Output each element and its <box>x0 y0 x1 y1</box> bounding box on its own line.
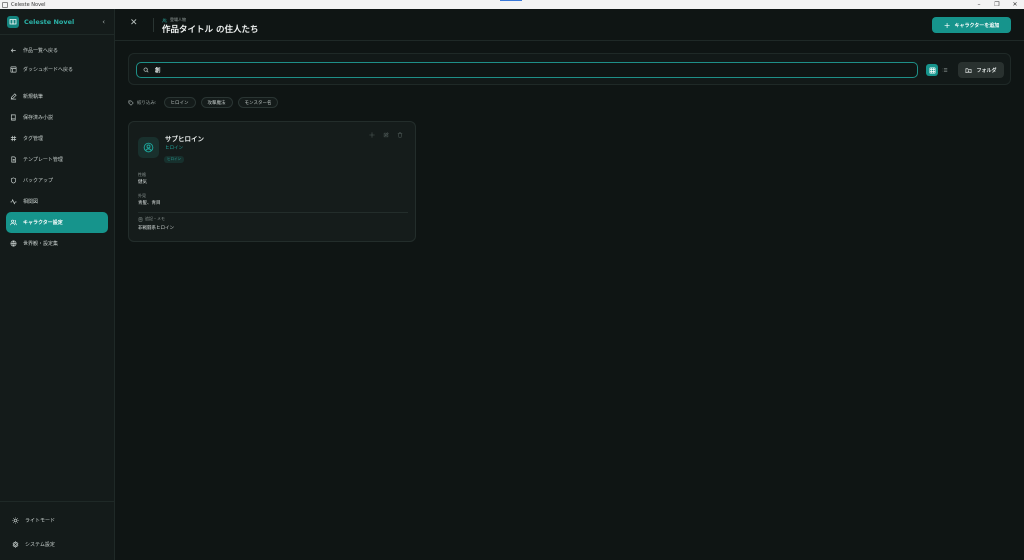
search-box[interactable] <box>136 62 918 78</box>
sidebar-item-label: テンプレート管理 <box>23 157 63 163</box>
add-character-label: キャラクターを追加 <box>954 22 1000 29</box>
system-settings-button[interactable]: システム設定 <box>6 532 108 556</box>
grid-icon <box>929 67 935 73</box>
view-toggle <box>926 64 950 76</box>
memo-label-text: 追記・メモ <box>145 216 165 221</box>
personality-label: 性格 <box>138 172 146 177</box>
sidebar-item-template-management[interactable]: テンプレート管理 <box>6 149 108 170</box>
memo-value: 非戦闘系ヒロイン <box>138 226 174 231</box>
filter-label: 絞り込み: <box>137 100 157 106</box>
minimize-button[interactable]: – <box>970 0 988 9</box>
sun-icon <box>12 516 19 524</box>
pen-icon <box>10 93 17 100</box>
arrow-left-icon <box>10 48 16 53</box>
list-view-button[interactable] <box>940 64 950 76</box>
app-icon <box>2 1 8 8</box>
sidebar-item-label: 世界観・設定集 <box>23 241 59 247</box>
card-actions <box>365 130 407 140</box>
move-button[interactable] <box>365 130 379 140</box>
avatar <box>138 137 159 158</box>
sidebar-bottom: ライトモード システム設定 <box>0 501 114 560</box>
edit-icon <box>383 132 389 138</box>
titlebar-accent <box>500 0 522 1</box>
sidebar-item-saved-novels[interactable]: 保存済み小説 <box>6 107 108 128</box>
sidebar-item-label: 新規執筆 <box>23 94 44 100</box>
sidebar-item-tag-management[interactable]: タグ管理 <box>6 128 108 149</box>
grid-view-button[interactable] <box>926 64 938 76</box>
dashboard-icon <box>10 66 17 73</box>
sidebar-item-label: タグ管理 <box>23 136 44 142</box>
page-title: 作品タイトル の住人たち <box>162 25 259 35</box>
filter-chip-heroine[interactable]: ヒロイン <box>163 97 196 108</box>
personality-value: 健気 <box>138 180 147 185</box>
sidebar-item-label: バックアップ <box>23 178 54 184</box>
plus-icon: + <box>943 20 951 30</box>
window-titlebar: Celeste Novel – ❐ ✕ <box>0 0 1024 9</box>
close-icon[interactable]: ✕ <box>130 18 138 28</box>
appearance-value: 青髪、青目 <box>138 201 161 206</box>
users-icon <box>162 18 167 22</box>
sidebar-nav: 作品一覧へ戻る ダッシュボードへ戻る 新規執筆 保存済み小説 タグ管理 テンプレ… <box>0 35 114 254</box>
folder-button[interactable]: フォルダ <box>958 62 1004 78</box>
sidebar-item-label: 作品一覧へ戻る <box>23 48 59 54</box>
sidebar-item-label: 保存済み小説 <box>23 115 54 121</box>
network-icon <box>10 198 17 205</box>
maximize-button[interactable]: ❐ <box>988 0 1006 9</box>
folder-label: フォルダ <box>976 67 997 74</box>
sidebar-item-world-settings[interactable]: 世界観・設定集 <box>6 233 108 254</box>
character-name: サブヒロイン <box>165 135 204 143</box>
search-icon <box>143 67 149 73</box>
delete-button[interactable] <box>393 130 407 140</box>
brand[interactable]: Celeste Novel <box>0 9 114 35</box>
sidebar-item-back-to-dashboard[interactable]: ダッシュボードへ戻る <box>6 60 108 79</box>
search-input[interactable] <box>155 67 895 73</box>
sidebar-item-backup[interactable]: バックアップ <box>6 170 108 191</box>
tag-icon <box>128 99 134 106</box>
light-mode-label: ライトモード <box>25 517 56 524</box>
filter-chip-attack-magic[interactable]: 攻撃魔法 <box>200 97 233 108</box>
move-icon <box>369 132 375 138</box>
add-character-button[interactable]: + キャラクターを追加 <box>932 17 1011 33</box>
user-circle-icon <box>143 142 154 153</box>
globe-icon <box>10 240 17 247</box>
list-icon <box>942 68 948 72</box>
sidebar: Celeste Novel ‹ 作品一覧へ戻る ダッシュボードへ戻る 新規執筆 … <box>0 9 115 560</box>
close-window-button[interactable]: ✕ <box>1006 0 1024 9</box>
trash-icon <box>397 132 403 138</box>
character-card[interactable]: サブヒロイン ヒロイン ヒロイン 性格 健気 外見 青髪、青目 追記・メモ 非戦… <box>128 121 416 242</box>
sidebar-item-label: 相関図 <box>23 199 39 205</box>
brand-name: Celeste Novel <box>24 17 75 26</box>
system-settings-label: システム設定 <box>25 541 55 548</box>
memo-label: 追記・メモ <box>138 216 165 222</box>
sidebar-item-relationship-map[interactable]: 相関図 <box>6 191 108 212</box>
appearance-label: 外見 <box>138 193 146 198</box>
window-title: Celeste Novel <box>11 1 46 8</box>
sidebar-item-new-writing[interactable]: 新規執筆 <box>6 86 108 107</box>
character-role: ヒロイン <box>165 146 183 151</box>
filter-row: 絞り込み: ヒロイン 攻撃魔法 モンスター名 <box>128 97 279 108</box>
search-panel: フォルダ <box>128 53 1011 85</box>
sidebar-item-back-to-works[interactable]: 作品一覧へ戻る <box>6 41 108 60</box>
chevron-left-icon[interactable]: ‹ <box>102 18 105 26</box>
sidebar-item-label: ダッシュボードへ戻る <box>23 67 74 73</box>
file-icon <box>11 156 17 163</box>
sidebar-item-label: キャラクター設定 <box>23 220 63 226</box>
users-icon <box>10 219 17 226</box>
role-badge: ヒロイン <box>164 156 184 163</box>
window-controls: – ❐ ✕ <box>970 0 1024 9</box>
folder-plus-icon <box>966 67 972 73</box>
shield-icon <box>10 177 17 184</box>
header-divider <box>153 18 154 32</box>
note-icon <box>138 216 143 222</box>
book-icon <box>10 114 16 121</box>
light-mode-toggle[interactable]: ライトモード <box>6 508 108 532</box>
card-divider <box>138 212 408 213</box>
filter-chip-monster-name[interactable]: モンスター名 <box>237 97 279 108</box>
gear-icon <box>12 540 19 548</box>
hash-icon <box>10 135 17 142</box>
page-header: ✕ 登場人物 作品タイトル の住人たち + キャラクターを追加 <box>115 9 1024 41</box>
sidebar-item-character-settings[interactable]: キャラクター設定 <box>6 212 108 233</box>
edit-button[interactable] <box>379 130 393 140</box>
book-open-icon <box>7 15 19 28</box>
